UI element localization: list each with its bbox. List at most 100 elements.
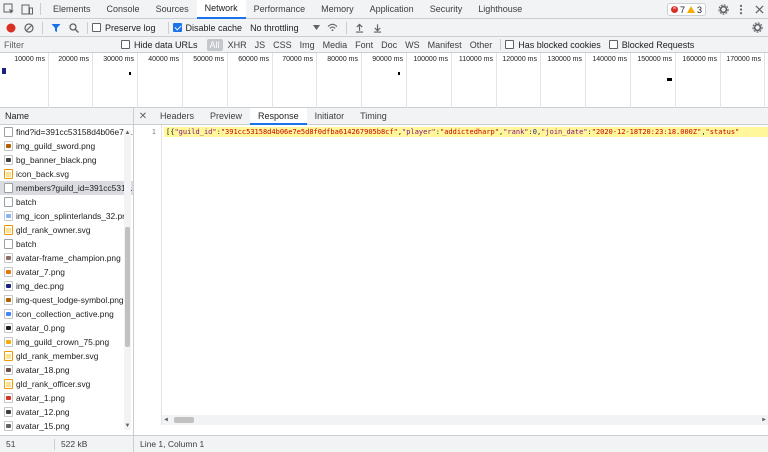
request-row[interactable]: img_guild_sword.png [0,139,133,153]
tab-console[interactable]: Console [99,0,148,19]
timeline-overview[interactable]: 10000 ms 20000 ms 30000 ms 40000 ms 50000 ms… [0,53,768,108]
filter-type-doc[interactable]: Doc [378,39,400,51]
request-row[interactable]: avatar-frame_champion.png [0,251,133,265]
scroll-down-icon[interactable]: ▼ [124,423,131,430]
request-row[interactable]: avatar_18.png [0,363,133,377]
filter-icon[interactable] [47,19,65,37]
close-icon[interactable] [750,1,768,19]
timeline-tick-label: 40000 ms [148,56,179,63]
throttling-select[interactable]: No throttling [250,23,320,33]
scroll-thumb[interactable] [125,227,130,347]
request-row[interactable]: batch [0,237,133,251]
json-key: "player" [402,128,436,136]
json-string: "status" [705,128,740,136]
device-toolbar-icon[interactable] [18,0,36,18]
detail-tab-response[interactable]: Response [250,107,307,125]
disable-cache-checkbox[interactable]: Disable cache [172,23,242,33]
filter-type-ws[interactable]: WS [402,39,423,51]
divider [167,21,169,34]
request-row[interactable]: img_dec.png [0,279,133,293]
timeline-tick-label: 150000 ms [637,56,672,63]
filter-type-img[interactable]: Img [297,39,318,51]
scroll-up-icon[interactable]: ▲ [124,130,131,137]
request-row[interactable]: avatar_1.png [0,391,133,405]
checkbox-box[interactable] [121,40,130,49]
request-row[interactable]: avatar_7.png [0,265,133,279]
request-row[interactable]: gld_rank_member.svg [0,349,133,363]
preserve-log-checkbox[interactable]: Preserve log [92,23,156,33]
timeline-tick-label: 30000 ms [103,56,134,63]
request-row[interactable]: icon_collection_active.png [0,307,133,321]
request-row[interactable]: avatar_12.png [0,405,133,419]
request-row[interactable]: icon_back.svg [0,167,133,181]
detail-tab-initiator[interactable]: Initiator [307,108,353,125]
request-row[interactable]: find?id=391cc53158d4b06e7e... [0,125,133,139]
tab-performance[interactable]: Performance [246,0,314,19]
hide-data-urls-checkbox[interactable]: Hide data URLs [121,40,198,50]
checkbox-box[interactable] [505,40,515,49]
response-line[interactable]: [{"guild_id":"391cc53158d4b06e7e5d8f0dfb… [164,127,768,137]
request-list-scrollbar[interactable]: ▲ ▼ [124,130,131,430]
request-row[interactable]: members?guild_id=391cc531... [0,181,133,195]
detail-tab-headers[interactable]: Headers [152,108,202,125]
tab-network[interactable]: Network [196,0,246,19]
filter-type-js[interactable]: JS [252,39,269,51]
tab-lighthouse[interactable]: Lighthouse [470,0,530,19]
request-row[interactable]: avatar_0.png [0,321,133,335]
issues-badge[interactable]: × 7 3 [666,3,706,16]
scroll-thumb[interactable] [174,417,194,423]
request-row[interactable]: batch [0,195,133,209]
checkbox-box[interactable] [608,40,618,49]
tab-elements[interactable]: Elements [45,0,99,19]
request-name: icon_collection_active.png [16,309,114,319]
tab-sources[interactable]: Sources [148,0,197,19]
export-har-icon[interactable] [369,19,387,37]
name-column-header[interactable]: Name [0,108,133,125]
more-options-icon[interactable] [732,1,750,19]
record-icon[interactable] [2,19,20,37]
has-blocked-cookies-checkbox[interactable]: Has blocked cookies [505,40,601,50]
filter-type-xhr[interactable]: XHR [225,39,250,51]
scroll-right-icon[interactable]: ▶ [760,415,768,425]
timeline-gridline [227,53,228,108]
inspect-element-icon[interactable] [0,0,18,18]
request-row[interactable]: bg_banner_black.png [0,153,133,167]
request-row[interactable]: gld_rank_owner.svg [0,223,133,237]
gear-icon[interactable] [714,1,732,19]
warning-count: 3 [696,4,702,15]
network-settings-gear-icon[interactable] [748,19,766,37]
request-name: members?guild_id=391cc531... [16,183,133,193]
blocked-requests-checkbox[interactable]: Blocked Requests [608,40,694,50]
image-file-icon [4,155,13,165]
filter-type-all[interactable]: All [206,38,223,51]
close-detail-icon[interactable]: ✕ [134,111,152,122]
request-row[interactable]: img_icon_splinterlands_32.png [0,209,133,223]
tab-security[interactable]: Security [422,0,471,19]
tab-memory[interactable]: Memory [313,0,362,19]
detail-tab-timing[interactable]: Timing [352,108,395,125]
request-row[interactable]: img_guild_crown_75.png [0,335,133,349]
request-row[interactable]: gld_rank_officer.svg [0,377,133,391]
tab-application[interactable]: Application [362,0,422,19]
horizontal-scrollbar[interactable]: ◀ ▶ [162,415,768,425]
checkbox-box[interactable] [172,23,182,32]
hide-data-urls-label: Hide data URLs [134,39,198,50]
filter-type-css[interactable]: CSS [270,39,295,51]
checkbox-box[interactable] [92,23,101,32]
filter-type-other[interactable]: Other [467,39,496,51]
timeline-gridline [675,53,676,108]
response-viewer[interactable]: 1 [{"guild_id":"391cc53158d4b06e7e5d8f0d… [134,125,768,425]
filter-type-media[interactable]: Media [320,39,351,51]
request-row[interactable]: avatar_15.png [0,419,133,433]
filter-bar: Hide data URLs AllXHRJSCSSImgMediaFontDo… [0,37,768,53]
filter-type-manifest[interactable]: Manifest [425,39,465,51]
network-conditions-icon[interactable] [324,19,342,37]
import-har-icon[interactable] [351,19,369,37]
request-row[interactable]: img-quest_lodge-symbol.png [0,293,133,307]
detail-tab-preview[interactable]: Preview [202,108,250,125]
filter-input[interactable] [0,37,115,52]
scroll-left-icon[interactable]: ◀ [162,415,170,425]
search-icon[interactable] [65,19,83,37]
clear-icon[interactable] [20,19,38,37]
filter-type-font[interactable]: Font [352,39,376,51]
